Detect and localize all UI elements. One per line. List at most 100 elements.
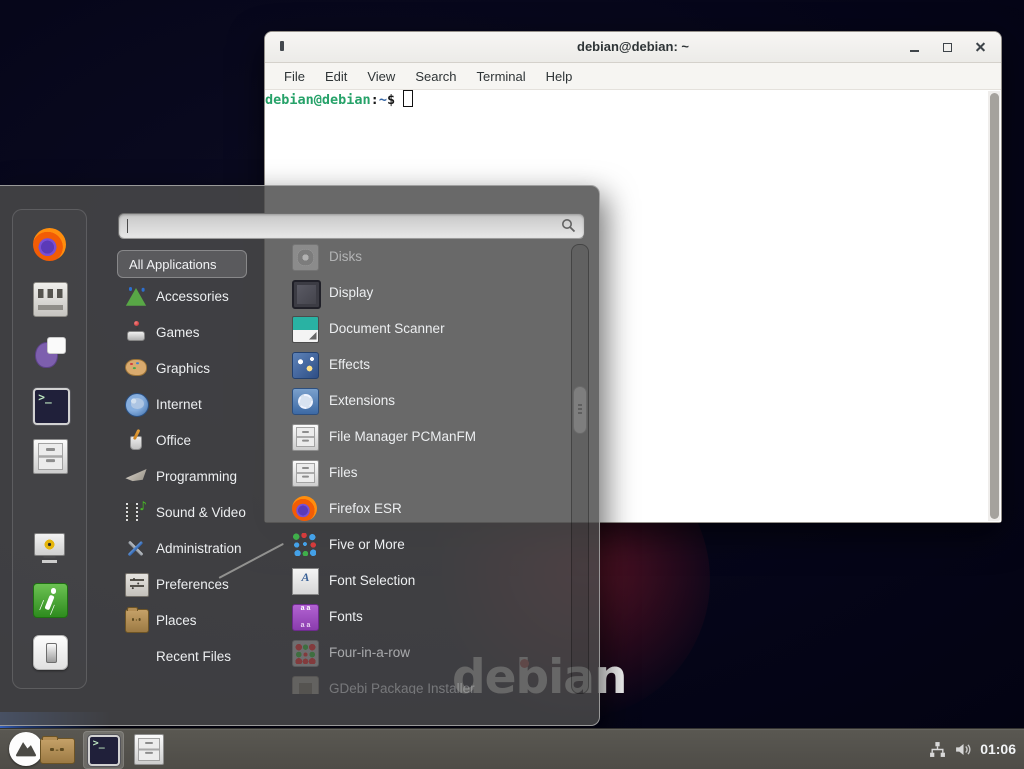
app-fonts[interactable]: Fonts [283,598,569,634]
disks-icon [292,244,319,271]
volume-icon[interactable] [954,741,972,758]
prompt-dollar: $ [387,92,395,108]
menu-scrollbar[interactable] [571,244,589,694]
app-firefox-esr[interactable]: Firefox ESR [283,490,569,526]
category-places[interactable]: Places [112,602,277,638]
app-display[interactable]: Display [283,274,569,310]
terminal-menu-search[interactable]: Search [405,69,466,84]
favorite-terminal-button[interactable] [33,388,66,421]
category-label: Games [156,325,200,340]
maximize-button[interactable] [940,40,956,55]
app-label: Document Scanner [329,321,445,336]
terminal-taskbar-icon-box[interactable] [88,735,116,762]
favorite-settings-panel-button[interactable] [33,282,66,315]
terminal-scrollbar-thumb[interactable] [990,93,999,519]
terminal-menu-file[interactable]: File [274,69,315,84]
app-effects[interactable]: Effects [283,346,569,382]
category-accessories[interactable]: Accessories [112,278,277,314]
category-icon-box [125,429,147,451]
prompt-path: ~ [379,92,387,108]
category-label: Administration [156,541,242,556]
file-cabinet-icon [292,460,319,487]
app-label: Firefox ESR [329,501,402,516]
menu-scrollbar-thumb[interactable] [573,386,587,434]
category-internet[interactable]: Internet [112,386,277,422]
terminal-menu-view[interactable]: View [357,69,405,84]
session-log-out-button[interactable] [33,583,66,616]
firefox-icon [33,228,66,261]
sound-video-icon [125,501,147,523]
extensions-icon [292,388,319,415]
app-extensions[interactable]: Extensions [283,382,569,418]
file-manager-launcher[interactable] [40,738,73,762]
app-label: Five or More [329,537,405,552]
log-out-icon [33,583,68,618]
prompt-user-host: debian@debian [265,92,371,108]
category-graphics[interactable]: Graphics [112,350,277,386]
minimize-button[interactable] [907,40,923,55]
app-icon-box [292,424,317,449]
prompt-colon: : [371,92,379,108]
category-label: Recent Files [156,649,231,664]
display-icon [292,280,321,309]
app-icon-box [292,604,317,629]
app-document-scanner[interactable]: Document Scanner [283,310,569,346]
terminal-menubar: FileEditViewSearchTerminalHelp [265,63,1001,90]
category-games[interactable]: Games [112,314,277,350]
favorite-pidgin-button[interactable] [33,336,66,369]
terminal-scrollbar[interactable] [988,91,1000,521]
app-four-in-a-row[interactable]: Four-in-a-row [283,634,569,670]
terminal-titlebar[interactable]: debian@debian: ~ [265,32,1001,63]
all-applications-button[interactable]: All Applications [117,250,247,278]
app-icon-box [292,316,317,341]
app-icon-box [292,640,317,665]
app-label: Display [329,285,373,300]
menu-search-box[interactable] [118,213,585,239]
category-icon-box [125,285,147,307]
category-label: Places [156,613,197,628]
app-icon-box [292,532,317,557]
category-recent-files[interactable]: Recent Files [112,638,277,674]
category-programming[interactable]: Programming [112,458,277,494]
gdebi-icon [292,676,319,695]
clock[interactable]: 01:06 [980,741,1016,757]
app-label: GDebi Package Installer [329,681,475,695]
app-icon-box [292,676,317,695]
app-font-selection[interactable]: Font Selection [283,562,569,598]
terminal-menu-terminal[interactable]: Terminal [467,69,536,84]
close-button[interactable] [973,40,989,55]
network-icon[interactable] [929,741,946,758]
category-label: Graphics [156,361,210,376]
search-icon [561,218,577,234]
file-cabinet-icon [134,734,164,765]
category-icon-box [125,537,147,559]
app-file-manager-pcmanfm[interactable]: File Manager PCManFM [283,418,569,454]
session-lock-screen-button[interactable] [33,532,66,565]
app-files[interactable]: Files [283,454,569,490]
category-label: Sound & Video [156,505,246,520]
app-disks[interactable]: Disks [283,238,569,274]
terminal-cursor [403,90,413,107]
folder-icon [40,738,75,764]
five-or-more-icon [292,532,317,557]
shell-prompt: debian@debian:~$ [265,90,1001,108]
favorite-file-cabinet-button[interactable] [33,439,66,472]
menu-button[interactable] [9,732,43,766]
search-input[interactable] [127,216,556,236]
category-icon-box [125,465,147,487]
app-gdebi-package-installer[interactable]: GDebi Package Installer [283,670,569,694]
internet-icon [125,393,149,417]
category-sound-video[interactable]: Sound & Video [112,494,277,530]
category-office[interactable]: Office [112,422,277,458]
terminal-menu-help[interactable]: Help [536,69,583,84]
app-five-or-more[interactable]: Five or More [283,526,569,562]
settings-panel-icon [33,282,68,317]
terminal-menu-edit[interactable]: Edit [315,69,357,84]
office-icon [125,429,147,451]
category-preferences[interactable]: Preferences [112,566,277,602]
app-icon-box [292,244,317,269]
files-launcher[interactable] [134,734,162,763]
favorite-firefox-button[interactable] [33,228,66,261]
session-power-button[interactable] [33,635,66,668]
file-cabinet-icon [33,439,68,474]
